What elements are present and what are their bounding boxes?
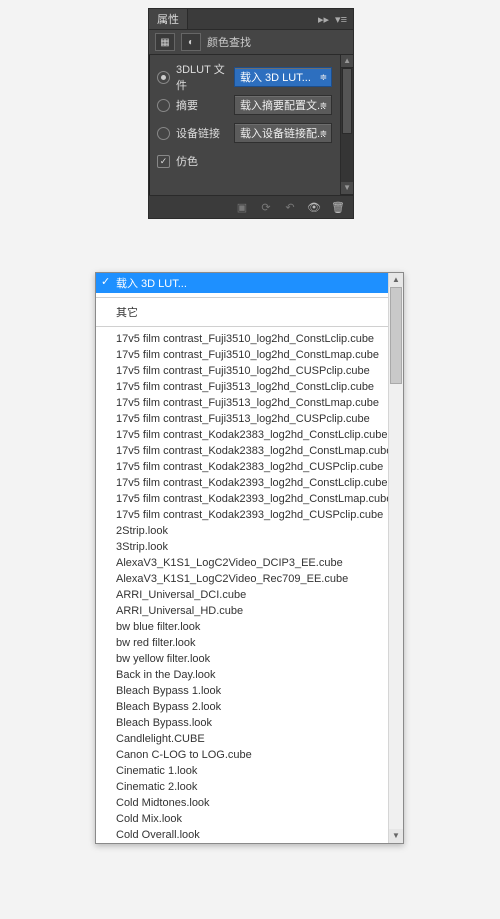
lut-option[interactable]: 17v5 film contrast_Fuji3513_log2hd_Const… (96, 395, 403, 411)
lut-option[interactable]: 17v5 film contrast_Kodak2383_log2hd_Cons… (96, 427, 403, 443)
chevron-updown-icon: ≑ (320, 100, 328, 111)
label-abstract: 摘要 (176, 97, 234, 113)
reset-icon[interactable]: ⟳ (257, 199, 275, 215)
scroll-up-icon[interactable]: ▲ (389, 273, 403, 287)
scroll-thumb[interactable] (390, 287, 402, 384)
properties-panel: 属性 ▸▸ ▾≡ ▦ ◐ 颜色查找 3DLUT 文件 载入 3D LUT... … (148, 8, 354, 219)
lut-option[interactable]: 17v5 film contrast_Fuji3510_log2hd_Const… (96, 331, 403, 347)
radio-abstract[interactable] (157, 99, 170, 112)
collapse-icon[interactable]: ▸▸ (318, 13, 329, 26)
lut-option[interactable]: 17v5 film contrast_Kodak2383_log2hd_Cons… (96, 443, 403, 459)
lut-option[interactable]: bw yellow filter.look (96, 651, 403, 667)
label-3dlut: 3DLUT 文件 (176, 61, 234, 93)
lut-option[interactable]: 17v5 film contrast_Fuji3513_log2hd_Const… (96, 379, 403, 395)
dropdown-3dlut[interactable]: 载入 3D LUT... ≑ (234, 67, 332, 87)
scroll-down-icon[interactable]: ▼ (341, 182, 353, 195)
dropdown-scrollbar[interactable]: ▲ ▼ (388, 273, 403, 843)
chevron-updown-icon: ≑ (320, 72, 328, 83)
lut-option[interactable]: Back in the Day.look (96, 667, 403, 683)
clip-icon[interactable]: ▣ (233, 199, 251, 215)
lut-group-other[interactable]: 其它 (96, 302, 403, 322)
radio-device[interactable] (157, 127, 170, 140)
lut-option[interactable]: 17v5 film contrast_Kodak2383_log2hd_CUSP… (96, 459, 403, 475)
lut-option[interactable]: Cold Midtones.look (96, 795, 403, 811)
panel-subtitle: 颜色查找 (207, 34, 251, 50)
lut-option[interactable]: 17v5 film contrast_Fuji3510_log2hd_Const… (96, 347, 403, 363)
lut-option[interactable]: Cold Overall.look (96, 827, 403, 843)
lut-option[interactable]: bw red filter.look (96, 635, 403, 651)
lut-option[interactable]: 17v5 film contrast_Fuji3513_log2hd_CUSPc… (96, 411, 403, 427)
panel-tab-properties[interactable]: 属性 (149, 9, 188, 29)
label-device: 设备链接 (176, 125, 234, 141)
lut-option[interactable]: Canon C-LOG to LOG.cube (96, 747, 403, 763)
row-3dlut: 3DLUT 文件 载入 3D LUT... ≑ (157, 65, 332, 89)
chevron-updown-icon: ≑ (320, 128, 328, 139)
label-dither: 仿色 (176, 153, 234, 169)
lut-dropdown-list: 载入 3D LUT... 其它 17v5 film contrast_Fuji3… (95, 272, 404, 844)
dropdown-device-value: 载入设备链接配... (240, 125, 326, 141)
scroll-thumb[interactable] (342, 68, 352, 134)
scroll-track[interactable] (341, 68, 353, 182)
row-abstract: 摘要 载入摘要配置文... ≑ (157, 93, 332, 117)
lut-option[interactable]: 3Strip.look (96, 539, 403, 555)
lut-option[interactable]: Bleach Bypass 1.look (96, 683, 403, 699)
scroll-up-icon[interactable]: ▲ (341, 55, 353, 68)
lut-option[interactable]: Cinematic 1.look (96, 763, 403, 779)
checkbox-dither[interactable] (157, 155, 170, 168)
lut-option[interactable]: 17v5 film contrast_Kodak2393_log2hd_Cons… (96, 475, 403, 491)
panel-tabbar: 属性 ▸▸ ▾≡ (149, 9, 353, 30)
trash-icon[interactable]: 🗑 (329, 199, 347, 215)
radio-3dlut[interactable] (157, 71, 170, 84)
lut-option[interactable]: Bleach Bypass.look (96, 715, 403, 731)
lut-option[interactable]: AlexaV3_K1S1_LogC2Video_Rec709_EE.cube (96, 571, 403, 587)
lut-option[interactable]: 17v5 film contrast_Kodak2393_log2hd_CUSP… (96, 507, 403, 523)
separator (96, 326, 403, 327)
dropdown-abstract-value: 载入摘要配置文... (240, 97, 326, 113)
visibility-icon[interactable]: 👁 (305, 199, 323, 215)
lut-option[interactable]: Cinematic 2.look (96, 779, 403, 795)
dropdown-abstract[interactable]: 载入摘要配置文... ≑ (234, 95, 332, 115)
lut-option[interactable]: Cold Mix.look (96, 811, 403, 827)
lut-option[interactable]: Bleach Bypass 2.look (96, 699, 403, 715)
lut-option[interactable]: ARRI_Universal_DCI.cube (96, 587, 403, 603)
panel-footer: ▣ ⟳ ↶ 👁 🗑 (149, 195, 353, 218)
lut-option[interactable]: Candlelight.CUBE (96, 731, 403, 747)
lut-option[interactable]: ARRI_Universal_HD.cube (96, 603, 403, 619)
panel-scrollbar[interactable]: ▲ ▼ (340, 55, 353, 195)
lut-option[interactable]: 2Strip.look (96, 523, 403, 539)
panel-menu-icon[interactable]: ▾≡ (335, 13, 347, 26)
lut-option[interactable]: AlexaV3_K1S1_LogC2Video_DCIP3_EE.cube (96, 555, 403, 571)
lut-option-load[interactable]: 载入 3D LUT... (96, 273, 403, 293)
row-dither: 仿色 (157, 149, 332, 173)
panel-subbar: ▦ ◐ 颜色查找 (149, 30, 353, 55)
dropdown-3dlut-value: 载入 3D LUT... (240, 69, 311, 85)
lut-option[interactable]: bw blue filter.look (96, 619, 403, 635)
lut-option[interactable]: 17v5 film contrast_Fuji3510_log2hd_CUSPc… (96, 363, 403, 379)
dropdown-device[interactable]: 载入设备链接配... ≑ (234, 123, 332, 143)
row-device: 设备链接 载入设备链接配... ≑ (157, 121, 332, 145)
prev-icon[interactable]: ↶ (281, 199, 299, 215)
lut-option[interactable]: 17v5 film contrast_Kodak2393_log2hd_Cons… (96, 491, 403, 507)
adjustment-icon[interactable]: ◐ (181, 33, 201, 51)
grid-icon[interactable]: ▦ (155, 33, 175, 51)
separator (96, 297, 403, 298)
scroll-down-icon[interactable]: ▼ (389, 829, 403, 843)
